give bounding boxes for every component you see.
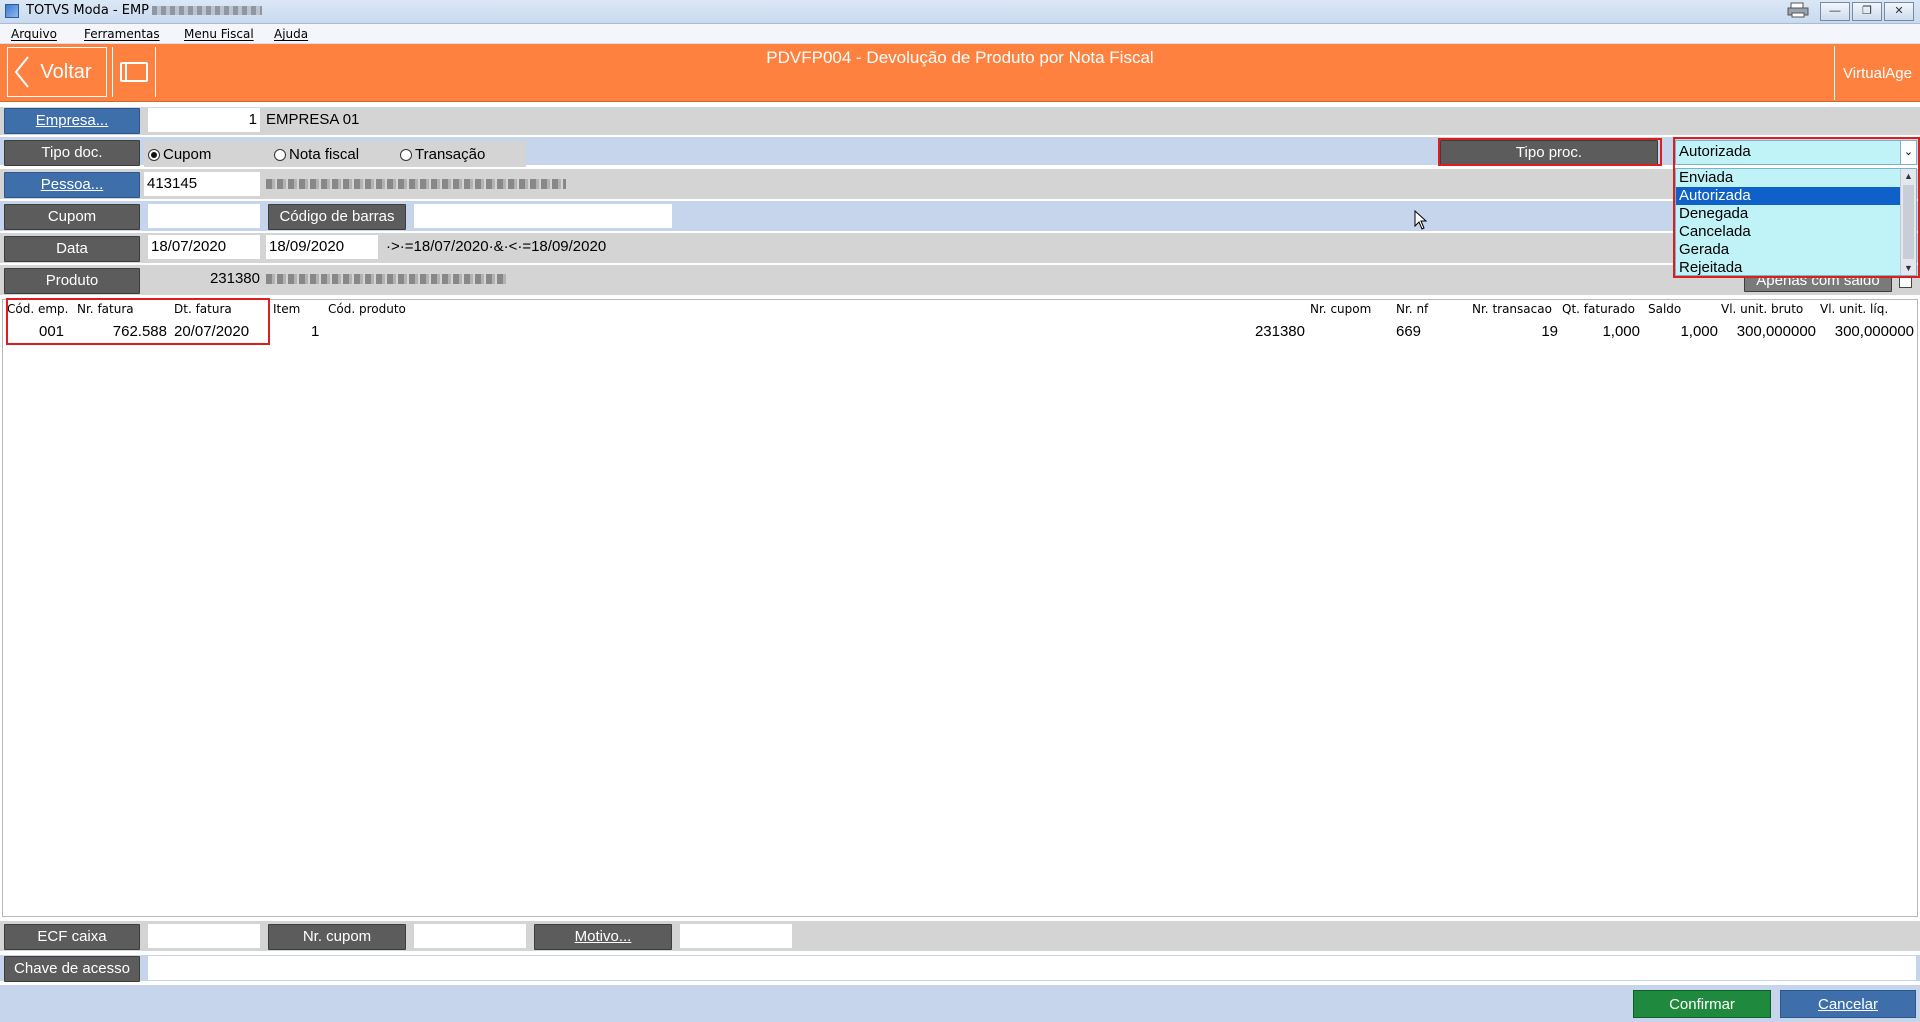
col-nr-transacao[interactable]: Nr. transacao <box>1472 300 1552 318</box>
tipo-doc-button[interactable]: Tipo doc. <box>4 140 140 166</box>
chave-acesso-button[interactable]: Chave de acesso <box>4 956 140 982</box>
radio-unchecked-icon <box>400 149 412 161</box>
nr-cupom-field[interactable] <box>414 924 526 948</box>
cell-nr-transacao: 19 <box>1541 323 1558 340</box>
pessoa-button[interactable]: Pessoa... <box>4 172 140 198</box>
radio-checked-icon <box>148 149 160 161</box>
page-title: PDVFP004 - Devolução de Produto por Nota… <box>766 48 1154 67</box>
col-vl-unit-liq[interactable]: Vl. unit. líq. <box>1820 300 1888 318</box>
restore-icon[interactable]: ❐ <box>1852 2 1882 21</box>
ecf-caixa-button[interactable]: ECF caixa <box>4 924 140 950</box>
col-cod-produto[interactable]: Cód. produto <box>328 300 406 318</box>
produto-button[interactable]: Produto <box>4 268 140 294</box>
barcode-field[interactable] <box>414 204 672 228</box>
app-icon <box>5 4 19 18</box>
produto-name-redacted <box>266 267 506 291</box>
radio-nota-fiscal[interactable]: Nota fiscal <box>274 143 359 167</box>
highlight-invoice-cells <box>6 298 270 345</box>
highlight-tipo-proc-dropdown <box>1673 137 1920 278</box>
cell-vl-unit-liq: 300,000000 <box>1834 323 1914 340</box>
date-from-field[interactable]: 18/07/2020 <box>148 235 260 259</box>
col-nr-cupom[interactable]: Nr. cupom <box>1310 300 1371 318</box>
chave-acesso-field[interactable] <box>148 956 1916 980</box>
col-item[interactable]: Item <box>273 300 300 318</box>
menu-ajuda[interactable]: Ajuda <box>274 27 308 41</box>
empresa-name: EMPRESA 01 <box>266 111 360 128</box>
mouse-cursor-icon <box>1414 210 1428 230</box>
empresa-button[interactable]: Empresa... <box>4 108 140 134</box>
menu-ferramentas[interactable]: Ferramentas <box>84 27 160 41</box>
pessoa-name-redacted <box>266 172 566 196</box>
motivo-button[interactable]: Motivo... <box>534 924 672 950</box>
cell-nr-nf: 669 <box>1396 323 1422 340</box>
codigo-barras-button[interactable]: Código de barras <box>268 204 406 230</box>
cancel-button[interactable]: Cancelar <box>1780 990 1916 1018</box>
produto-code: 231380 <box>209 270 260 287</box>
ecf-caixa-field[interactable] <box>148 924 260 948</box>
empresa-code-field[interactable]: 1 <box>148 108 260 132</box>
menu-bar: Arquivo Ferramentas Menu Fiscal Ajuda <box>0 24 1920 44</box>
close-icon[interactable]: ✕ <box>1884 2 1914 21</box>
printer-icon[interactable] <box>1784 2 1812 21</box>
cell-saldo: 1,000 <box>1680 323 1718 340</box>
radio-cupom[interactable]: Cupom <box>148 143 211 167</box>
cupom-field[interactable] <box>148 204 260 228</box>
cell-qt-faturado: 1,000 <box>1602 323 1640 340</box>
radio-transacao[interactable]: Transação <box>400 143 485 167</box>
window-titlebar: TOTVS Moda - EMP — ❐ ✕ <box>0 0 1920 24</box>
cell-vl-unit-bruto: 300,000000 <box>1736 323 1816 340</box>
col-vl-unit-bruto[interactable]: Vl. unit. bruto <box>1721 300 1803 318</box>
date-to-field[interactable]: 18/09/2020 <box>266 235 378 259</box>
menu-arquivo[interactable]: Arquivo <box>11 27 57 41</box>
confirm-button[interactable]: Confirmar <box>1633 990 1771 1018</box>
col-nr-nf[interactable]: Nr. nf <box>1396 300 1428 318</box>
cupom-button[interactable]: Cupom <box>4 204 140 230</box>
window-title: TOTVS Moda - EMP <box>26 3 150 18</box>
radio-unchecked-icon <box>274 149 286 161</box>
redacted-company-name <box>152 6 263 15</box>
date-filter-expression: ·>·=18/07/2020·&·<·=18/09/2020 <box>386 238 607 255</box>
col-qt-faturado[interactable]: Qt. faturado <box>1562 300 1635 318</box>
menu-fiscal[interactable]: Menu Fiscal <box>184 27 254 41</box>
pessoa-code-field[interactable]: 413145 <box>144 172 260 196</box>
virtualage-button[interactable]: VirtualAge <box>1834 46 1920 100</box>
motivo-field[interactable] <box>680 924 792 948</box>
cell-cod-produto: 231380 <box>1254 323 1305 340</box>
col-saldo[interactable]: Saldo <box>1648 300 1681 318</box>
data-button[interactable]: Data <box>4 236 140 262</box>
highlight-tipo-proc <box>1438 138 1662 166</box>
footer-actions <box>0 985 1920 1022</box>
minimize-icon[interactable]: — <box>1820 2 1850 21</box>
cell-item: 1 <box>311 323 320 340</box>
page-header: Voltar PDVFP004 - Devolução de Produto p… <box>0 44 1920 102</box>
nr-cupom-button[interactable]: Nr. cupom <box>268 924 406 950</box>
results-grid: Cód. emp. Nr. fatura Dt. fatura Item Cód… <box>2 299 1918 917</box>
